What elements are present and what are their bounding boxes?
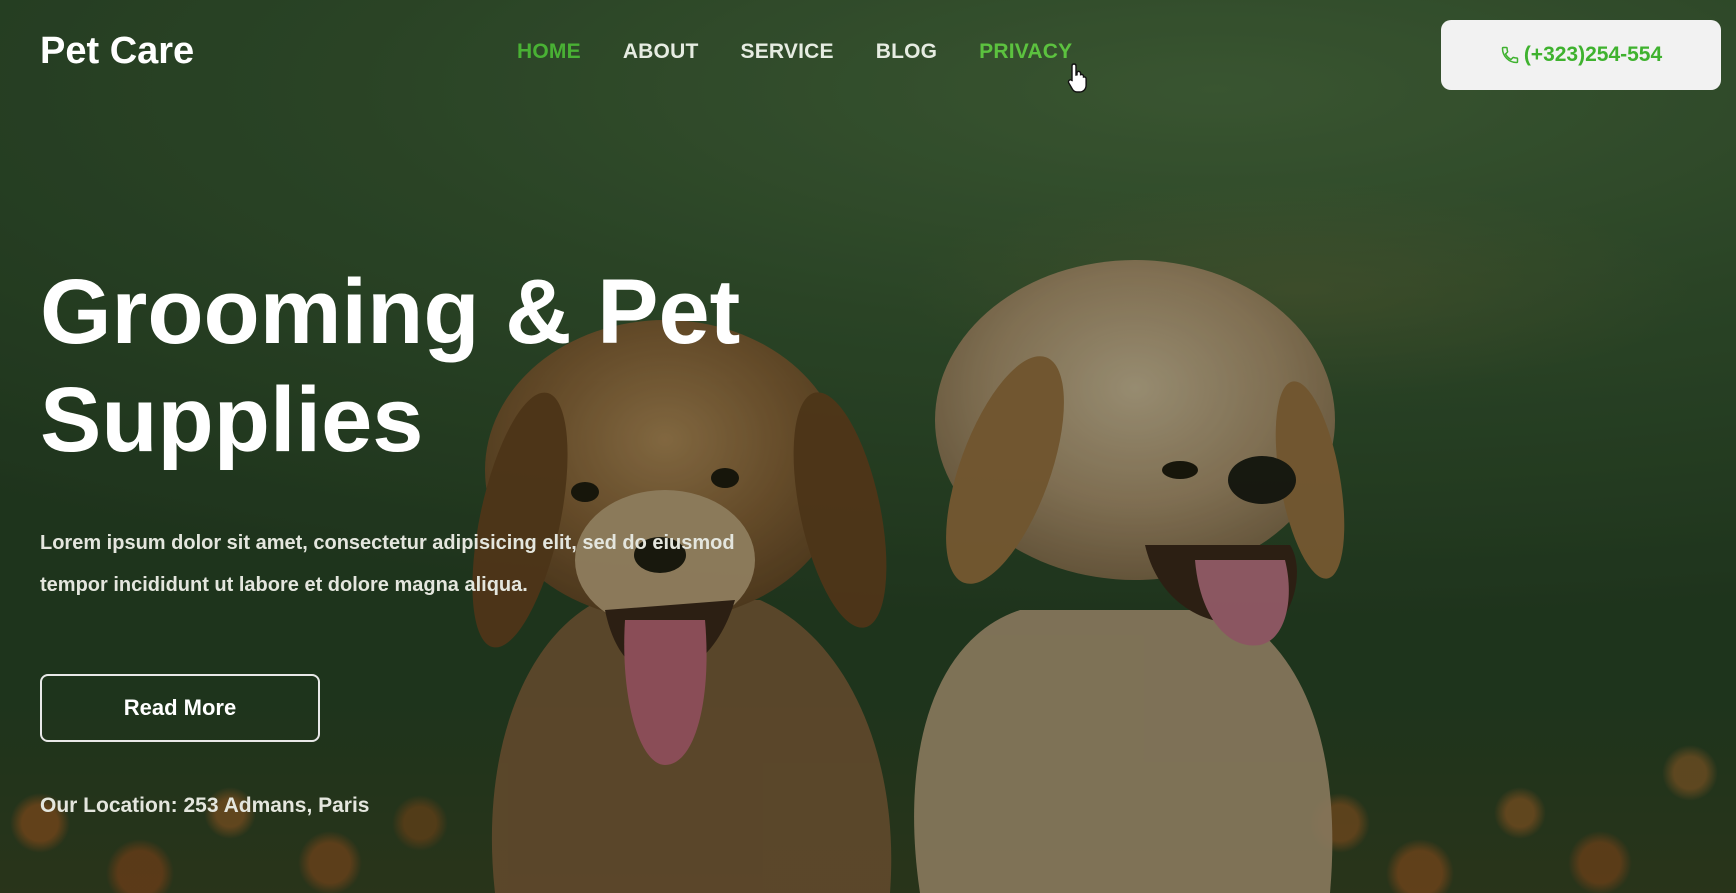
location-text: Our Location: 253 Admans, Paris bbox=[40, 794, 370, 817]
main-nav: HOME ABOUT SERVICE BLOG PRIVACY bbox=[517, 40, 1072, 64]
nav-blog[interactable]: BLOG bbox=[876, 40, 937, 64]
nav-privacy[interactable]: PRIVACY bbox=[979, 40, 1072, 64]
phone-button[interactable]: (+323)254-554 bbox=[1441, 20, 1721, 90]
hand-cursor-icon bbox=[1067, 63, 1087, 93]
nav-service[interactable]: SERVICE bbox=[740, 40, 833, 64]
hero-description-line-1: Lorem ipsum dolor sit amet, consectetur … bbox=[40, 532, 735, 554]
hero-description: Lorem ipsum dolor sit amet, consectetur … bbox=[40, 522, 840, 606]
hero-title-line-1: Grooming & Pet bbox=[40, 261, 741, 363]
phone-number: (+323)254-554 bbox=[1523, 43, 1663, 66]
hero-description-line-2: tempor incididunt ut labore et dolore ma… bbox=[40, 574, 528, 596]
hero-title-line-2: Supplies bbox=[40, 369, 424, 471]
read-more-button[interactable]: Read More bbox=[40, 674, 320, 742]
site-logo[interactable]: Pet Care bbox=[40, 30, 194, 73]
phone-icon bbox=[1501, 46, 1519, 64]
nav-home[interactable]: HOME bbox=[517, 40, 581, 64]
hero-title: Grooming & Pet Supplies bbox=[40, 258, 840, 474]
nav-about[interactable]: ABOUT bbox=[623, 40, 699, 64]
